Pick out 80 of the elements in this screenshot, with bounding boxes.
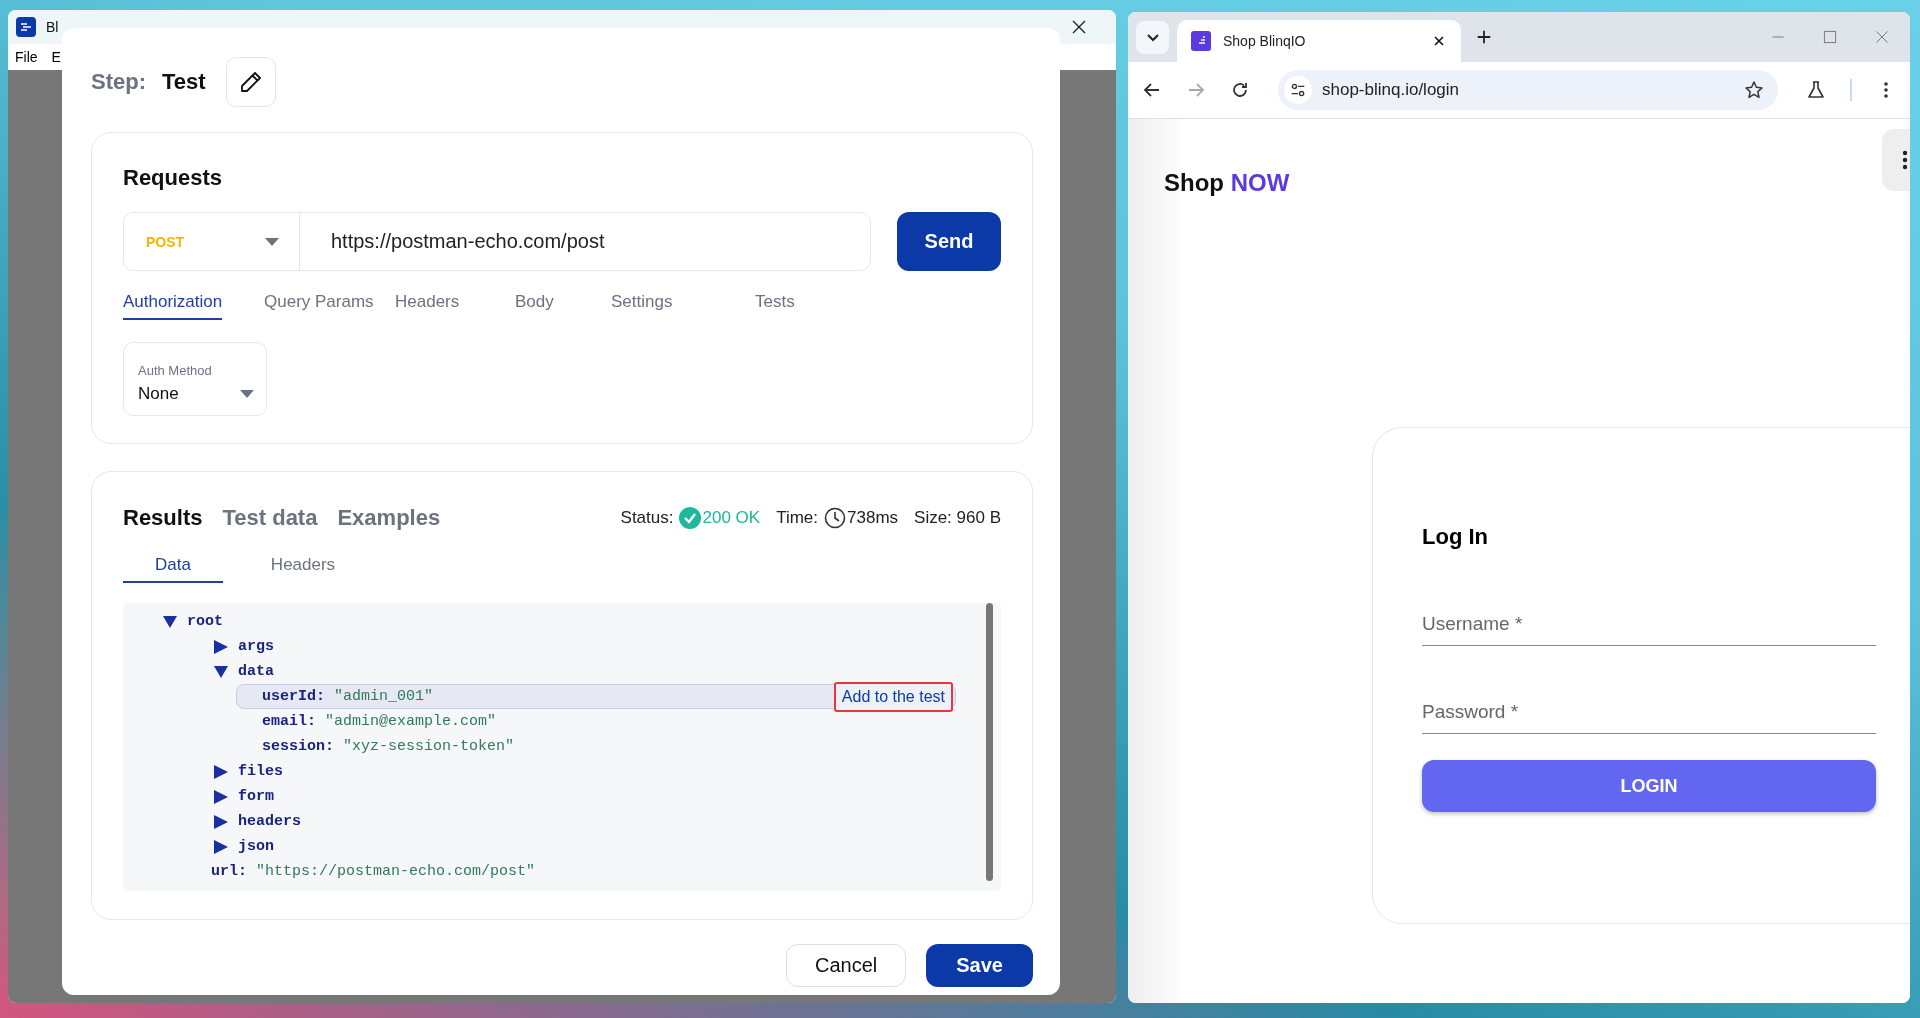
menu-item[interactable]: File	[15, 49, 38, 65]
request-tab[interactable]: Authorization	[123, 289, 223, 320]
cancel-button[interactable]: Cancel	[786, 944, 907, 987]
json-key: session:	[262, 738, 334, 755]
flask-icon[interactable]	[1806, 80, 1826, 100]
expand-icon[interactable]	[214, 789, 228, 804]
json-value: "admin@example.com"	[325, 713, 497, 730]
clock-icon	[824, 507, 846, 529]
app-logo-icon	[16, 17, 36, 37]
size-value: Size: 960 B	[914, 508, 1001, 528]
window-title: Bl	[46, 19, 59, 35]
shop-logo-text: Shop NOW	[1164, 169, 1290, 197]
save-button[interactable]: Save	[926, 944, 1033, 987]
step-label: Step:	[91, 69, 146, 95]
dropdown-caret-icon	[265, 237, 279, 246]
expand-icon[interactable]	[214, 839, 228, 854]
dropdown-caret-icon	[240, 390, 254, 398]
json-key: json	[238, 838, 274, 855]
request-tab[interactable]: Body	[515, 289, 554, 320]
json-value: "https://postman-echo.com/post"	[256, 863, 536, 880]
add-to-test-button[interactable]: Add to the test	[833, 681, 953, 712]
status-label: Status:	[620, 508, 674, 528]
json-key: root	[187, 613, 223, 630]
login-button[interactable]: LOGIN	[1422, 760, 1876, 812]
data-tab[interactable]: Data	[123, 549, 223, 583]
new-tab-icon[interactable]	[1475, 28, 1493, 46]
json-key: form	[238, 788, 274, 805]
time-value: 738ms	[847, 508, 899, 528]
json-value: "admin_001"	[334, 688, 434, 705]
json-key: email:	[262, 713, 316, 730]
time-label: Time:	[776, 508, 818, 528]
send-button[interactable]: Send	[897, 212, 1001, 271]
results-tab[interactable]: Results	[123, 505, 203, 531]
results-tab[interactable]: Examples	[337, 505, 441, 531]
address-bar[interactable]: shop-blinq.io/login	[1278, 70, 1778, 110]
reload-icon[interactable]	[1230, 80, 1250, 100]
request-tab[interactable]: Settings	[611, 289, 673, 320]
json-key: files	[238, 763, 283, 780]
text-field[interactable]: Username *	[1422, 602, 1876, 646]
text-field[interactable]: Password *	[1422, 690, 1876, 734]
results-tab[interactable]: Test data	[222, 505, 318, 531]
section-title: Requests	[123, 164, 224, 192]
expand-icon[interactable]	[214, 639, 228, 654]
menu-item[interactable]: E	[51, 49, 61, 65]
data-tab[interactable]: Headers	[253, 549, 353, 583]
json-key: userId:	[262, 688, 325, 705]
step-name: Test	[162, 69, 206, 95]
request-tab[interactable]: Headers	[395, 289, 460, 320]
expand-icon[interactable]	[214, 764, 228, 779]
close-icon[interactable]	[1072, 20, 1086, 34]
chevron-down-icon	[1146, 33, 1159, 42]
request-tab[interactable]: Query Params	[264, 289, 374, 320]
json-row-highlight[interactable]: userId: "admin_001" Add to the test	[236, 684, 956, 709]
json-key: args	[238, 638, 274, 655]
collapse-icon[interactable]	[163, 615, 177, 628]
url-text: shop-blinq.io/login	[1322, 80, 1461, 100]
maximize-icon[interactable]	[1822, 29, 1838, 45]
tab-search-button[interactable]	[1136, 21, 1169, 54]
json-value: "xyz-session-token"	[343, 738, 515, 755]
side-panel-handle[interactable]	[1882, 129, 1910, 191]
status-value: 200 OK	[702, 508, 761, 528]
json-key: url:	[211, 863, 247, 880]
site-settings-icon[interactable]	[1289, 81, 1307, 99]
auth-method-dropdown[interactable]: Auth Method None	[123, 342, 267, 416]
tab-title: Shop BlinqIO	[1223, 33, 1307, 49]
check-circle-icon	[679, 507, 702, 529]
scrollbar[interactable]	[986, 603, 993, 881]
edit-button[interactable]	[225, 57, 276, 107]
collapse-icon[interactable]	[214, 665, 228, 678]
expand-icon[interactable]	[214, 814, 228, 829]
request-tab[interactable]: Tests	[755, 289, 795, 320]
star-icon[interactable]	[1744, 80, 1764, 100]
site-favicon-icon	[1191, 31, 1211, 51]
more-icon	[1902, 150, 1908, 170]
login-title: Log In	[1422, 524, 1489, 551]
json-key: headers	[238, 813, 301, 830]
browser-tab[interactable]: Shop BlinqIO	[1177, 20, 1461, 62]
json-key: data	[238, 663, 274, 680]
pencil-icon	[238, 70, 263, 94]
url-field[interactable]: POST https://postman-echo.com/post	[123, 212, 871, 271]
